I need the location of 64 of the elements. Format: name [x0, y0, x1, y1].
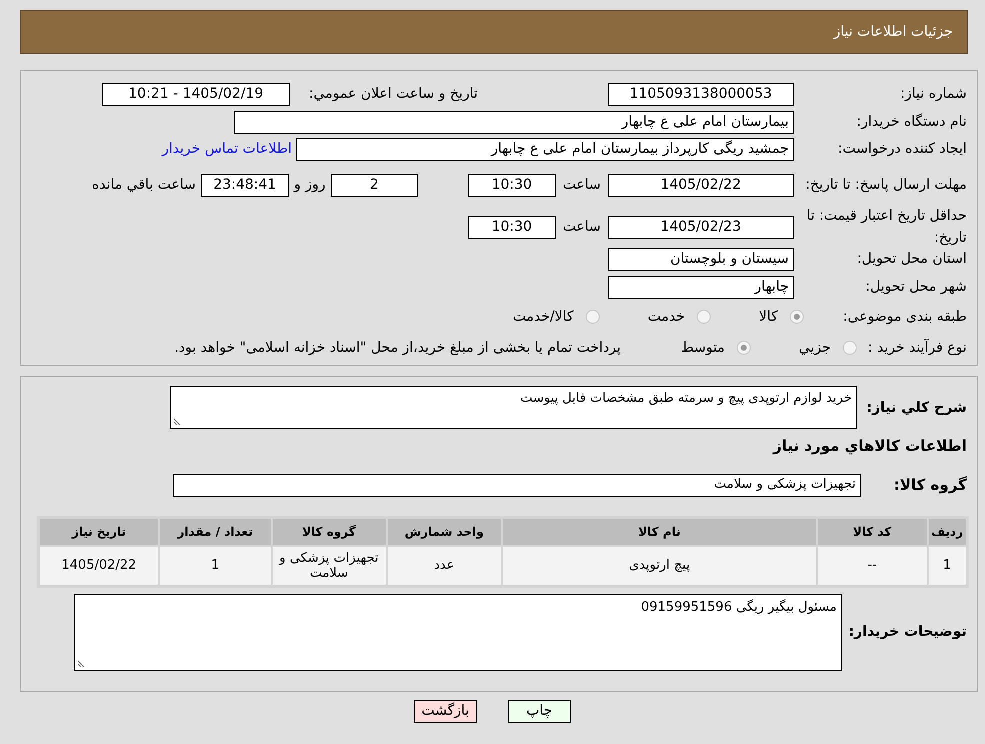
field-label: شهر محل تحویل:: [864, 278, 967, 297]
buyer-org-field: بیمارستان امام علی ع چابهار: [234, 110, 794, 134]
column-header: کد کالا: [818, 518, 927, 544]
time-label: ساعت: [562, 218, 602, 234]
date-field: 1405/02/23: [608, 216, 794, 238]
column-header: نام کالا: [503, 518, 816, 544]
field-label: نوع فرآیند خرید :: [867, 338, 967, 358]
radio-button[interactable]: [790, 310, 804, 324]
description-label: شرح کلي نیاز:: [866, 399, 967, 418]
field-label: شماره نیاز:: [900, 85, 967, 104]
field-label: تاريخ و ساعت اعلان عمومي:: [308, 85, 478, 104]
radio-label: خدمت: [648, 308, 686, 326]
need-number-field: 1105093138000053: [608, 82, 794, 106]
buyer-notes-label: توضیحات خریدار:: [848, 622, 967, 642]
time-field: 10:30: [468, 216, 556, 238]
payment-note: پرداخت تمام یا بخشی از مبلغ خرید،از محل "اسناد خزانه اسلامی" خواهد بود.: [174, 340, 622, 356]
field-label: مهلت ارسال پاسخ: تا تاریخ:: [804, 176, 967, 195]
field-label: استان محل تحویل:: [856, 250, 967, 269]
radio-label: کالا: [759, 308, 778, 326]
field-label: طبقه بندی موضوعی:: [842, 308, 967, 327]
announce-date-field: 1405/02/19 - 10:21: [102, 82, 290, 106]
city-field: چابهار: [608, 276, 794, 298]
remaining-label: ساعت باقي مانده: [92, 176, 196, 192]
buyer-contact-link[interactable]: اطلاعات تماس خریدار: [162, 138, 292, 160]
column-header: تاریخ نیاز: [40, 518, 158, 544]
field-label: نام دستگاه خریدار:: [856, 112, 967, 132]
field-label: ایجاد کننده درخواست:: [837, 140, 967, 159]
time-field: 10:30: [468, 174, 556, 196]
column-header: ردیف: [928, 518, 966, 544]
requester-field: جمشید ریگی کارپرداز بیمارستان امام علی ع چابهار: [296, 138, 794, 160]
table-cell: عدد: [388, 546, 502, 584]
table-cell: 1405/02/22: [40, 546, 158, 584]
remaining-time-field: 23:48:41: [201, 174, 289, 196]
field-label: حداقل تاریخ اعتبار قیمت: تا تاریخ:: [806, 207, 967, 248]
column-header: واحد شمارش: [388, 518, 502, 544]
table-cell: تجهیزات پزشکی و سلامت: [272, 546, 386, 584]
date-field: 1405/02/22: [608, 174, 794, 196]
table-cell: 1: [928, 546, 966, 584]
radio-button[interactable]: [843, 341, 857, 355]
buyer-notes-textarea[interactable]: مسئول بیگیر ریگی 09159951596: [74, 594, 842, 670]
column-header: تعداد / مقدار: [160, 518, 270, 544]
table-cell: 1: [160, 546, 270, 584]
goods-group-field: تجهیزات پزشکی و سلامت: [173, 474, 861, 496]
radio-button[interactable]: [586, 310, 600, 324]
radio-label: متوسط: [681, 338, 726, 358]
table-cell: پیچ ارتوپدی: [503, 546, 816, 584]
print-button[interactable]: چاپ: [508, 700, 571, 723]
days-field: 2: [331, 174, 418, 196]
radio-button[interactable]: [697, 310, 712, 324]
resize-handle-icon[interactable]: [78, 660, 85, 666]
column-header: گروه کالا: [272, 518, 386, 544]
resize-handle-icon[interactable]: [174, 418, 181, 425]
time-label: ساعت: [562, 176, 602, 192]
header-title: جزئیات اطلاعات نیاز: [834, 22, 953, 42]
goods-group-label: گروه کالا:: [893, 474, 967, 496]
radio-label: کالا/خدمت: [512, 308, 574, 326]
section-title: اطلاعات کالاهاي مورد نیاز: [772, 436, 967, 457]
table-cell: --: [818, 546, 927, 584]
description-textarea[interactable]: خرید لوازم ارتوپدی پیچ و سرمته طبق مشخصات فایل پیوست: [170, 386, 857, 429]
days-label: روز و: [294, 176, 326, 192]
radio-button[interactable]: [737, 341, 752, 355]
province-field: سیستان و بلوچستان: [608, 248, 794, 270]
back-button[interactable]: بازگشت: [414, 700, 477, 723]
radio-label: جزيي: [799, 338, 831, 358]
